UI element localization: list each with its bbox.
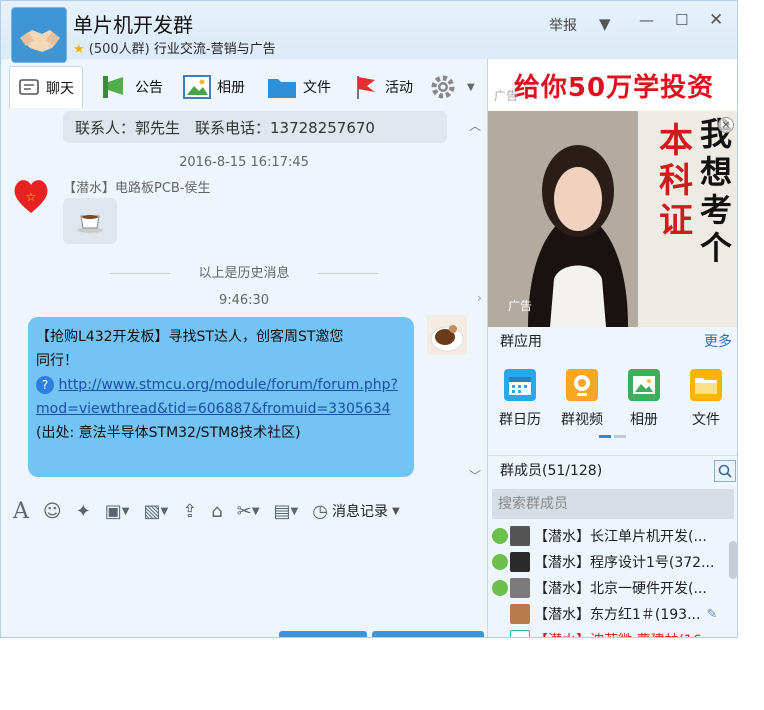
chat-window: 单片机开发群 ★ (500人群) 行业交流-营销与广告 举报 ▼ — ☐ ✕ 聊… bbox=[0, 0, 738, 638]
scroll-up-icon[interactable]: ︿ bbox=[469, 117, 481, 134]
member-avatar bbox=[510, 630, 530, 637]
members-scrollbar[interactable] bbox=[729, 541, 737, 579]
ad-text-col2: 我想考个 bbox=[699, 115, 732, 267]
minimize-icon[interactable]: — bbox=[639, 11, 654, 29]
ad-tag: 广告 bbox=[494, 89, 519, 103]
link-shield-icon: ? bbox=[36, 376, 54, 394]
member-row[interactable]: 【潜水】 程序设计1号(372... bbox=[488, 549, 737, 575]
ad-close-icon[interactable]: × bbox=[718, 117, 734, 133]
ad-tag-bottom: 广告 bbox=[508, 299, 533, 313]
more-apps-link[interactable]: 更多 bbox=[704, 327, 732, 357]
video-camera-icon bbox=[566, 369, 598, 401]
settings-gear-icon[interactable]: ▼ bbox=[429, 66, 475, 108]
chat-history[interactable]: 联系人：郭先生 联系电话：13728257670 ︿ 2016-8-15 16:… bbox=[1, 111, 487, 491]
tab-files[interactable]: 文件 bbox=[267, 66, 331, 108]
close-icon[interactable]: ✕ bbox=[709, 10, 723, 30]
user-status-icon bbox=[492, 554, 508, 570]
close-chat-button[interactable] bbox=[279, 631, 367, 637]
message-link[interactable]: http://www.stmcu.org/module/forum/forum.… bbox=[36, 377, 398, 417]
member-avatar bbox=[510, 552, 530, 572]
my-message-bubble[interactable]: 【抢购L432开发板】寻找ST达人，创客周ST邀您 同行！ ? http://w… bbox=[28, 317, 414, 477]
edit-icon[interactable]: ✎ bbox=[706, 607, 717, 622]
tab-album[interactable]: 相册 bbox=[183, 66, 245, 108]
group-name: 单片机开发群 bbox=[73, 13, 193, 37]
members-header: 群成员(51/128) bbox=[488, 455, 737, 485]
group-apps-header: 群应用 更多 bbox=[488, 327, 737, 357]
flag-icon bbox=[357, 76, 375, 99]
window-header: 单片机开发群 ★ (500人群) 行业交流-营销与广告 举报 ▼ — ☐ ✕ bbox=[1, 1, 737, 63]
sender-avatar[interactable]: ☆ bbox=[12, 175, 50, 215]
image-icon[interactable]: ▧ ▼ bbox=[143, 501, 168, 522]
history-clock-icon[interactable]: ◷ bbox=[312, 501, 328, 522]
app-calendar[interactable]: 群日历 bbox=[490, 369, 550, 429]
message-bubble-emoji bbox=[63, 198, 117, 244]
group-avatar[interactable] bbox=[11, 7, 67, 63]
member-row[interactable]: 【潜水】 波若微 曹建林(16 bbox=[488, 627, 737, 637]
report-button[interactable]: 举报 bbox=[549, 15, 577, 35]
user-status-icon bbox=[492, 528, 508, 544]
tab-activity[interactable]: 活动 bbox=[353, 66, 413, 108]
member-avatar bbox=[510, 604, 530, 624]
user-status-icon bbox=[492, 580, 508, 596]
collapse-panel-icon[interactable]: › bbox=[477, 291, 482, 305]
settings-dropdown-icon[interactable]: ▼ bbox=[467, 82, 475, 93]
scroll-down-icon[interactable]: ﹀ bbox=[469, 467, 481, 484]
album-icon bbox=[628, 369, 660, 401]
member-avatar bbox=[510, 578, 530, 598]
member-search-input[interactable]: 搜索群成员 bbox=[492, 489, 734, 519]
history-dropdown-icon[interactable]: ▼ bbox=[392, 506, 400, 517]
picture-icon bbox=[183, 75, 211, 99]
message-bubble-contact: 联系人：郭先生 联系电话：13728257670 bbox=[63, 111, 447, 143]
calendar-icon bbox=[504, 369, 536, 401]
wand-icon[interactable]: ✦ bbox=[76, 501, 91, 522]
group-subtitle: ★ (500人群) 行业交流-营销与广告 bbox=[73, 38, 276, 57]
ad-image[interactable]: 本科证 我想考个 广告 × bbox=[488, 111, 737, 327]
member-row[interactable]: 【潜水】 东方红1＃(193... ✎ bbox=[488, 601, 737, 627]
message-input[interactable] bbox=[1, 529, 487, 637]
emoji-icon[interactable]: ☺ bbox=[43, 501, 62, 522]
star-icon: ★ bbox=[73, 42, 85, 57]
screenshot-icon[interactable]: ✂ ▼ bbox=[237, 501, 260, 522]
group-category: 行业交流-营销与广告 bbox=[153, 42, 276, 57]
apps-page-indicator[interactable] bbox=[599, 435, 611, 438]
group-apps: 群日历 群视频 相册 文件 bbox=[488, 361, 737, 441]
history-divider: 以上是历史消息 bbox=[1, 262, 487, 281]
megaphone-icon bbox=[103, 76, 123, 98]
sender-name: 【潜水】电路板PCB-侯生 bbox=[63, 181, 211, 196]
app-video[interactable]: 群视频 bbox=[552, 369, 612, 429]
timestamp: 9:46:30 bbox=[218, 293, 270, 308]
member-avatar bbox=[510, 526, 530, 546]
maximize-icon[interactable]: ☐ bbox=[675, 11, 688, 29]
tab-notice[interactable]: 公告 bbox=[101, 66, 163, 108]
member-search-icon[interactable] bbox=[714, 460, 736, 482]
ad-banner[interactable]: 给你50万学投资 bbox=[488, 59, 737, 111]
right-panel: 给你50万学投资 广告 本科证 我想考个 广告 × 群应用 更多 群日历 群视频… bbox=[487, 59, 737, 637]
dropdown-arrow-icon[interactable]: ▼ bbox=[599, 15, 611, 33]
tab-chat[interactable]: 聊天 bbox=[9, 66, 83, 108]
chat-icon bbox=[19, 78, 39, 95]
my-avatar[interactable] bbox=[427, 315, 467, 355]
timestamp: 2016-8-15 16:17:45 bbox=[179, 155, 309, 170]
member-row[interactable]: 【潜水】 长江单片机开发(... bbox=[488, 523, 737, 549]
ad-text-col1: 本科证 bbox=[659, 121, 693, 241]
send-button[interactable] bbox=[372, 631, 484, 637]
apps-page-indicator[interactable] bbox=[614, 435, 626, 438]
input-toolbar: A ☺ ✦ ▣ ▼ ▧ ▼ ⇪ ⌂ ✂ ▼ ▤ ▼ ◷ 消息记录 ▼ bbox=[1, 493, 487, 529]
gift-icon[interactable]: ⌂ bbox=[211, 501, 222, 522]
svg-text:☆: ☆ bbox=[26, 190, 37, 204]
app-files[interactable]: 文件 bbox=[676, 369, 736, 429]
tab-bar: 聊天 公告 相册 文件 活动 ▼ bbox=[1, 63, 487, 111]
coffee-emoji-icon bbox=[77, 215, 103, 233]
folder-icon bbox=[268, 79, 296, 98]
sticker-icon[interactable]: ▣ ▼ bbox=[105, 501, 130, 522]
app-album[interactable]: 相册 bbox=[614, 369, 674, 429]
message-history-button[interactable]: 消息记录 bbox=[332, 501, 388, 521]
member-row[interactable]: 【潜水】 北京一硬件开发(... bbox=[488, 575, 737, 601]
font-icon[interactable]: A bbox=[13, 499, 29, 524]
upload-icon[interactable]: ⇪ bbox=[182, 501, 197, 522]
more-tools-icon[interactable]: ▤ ▼ bbox=[274, 501, 299, 522]
file-folder-icon bbox=[690, 369, 722, 401]
member-count: (500人群) bbox=[88, 42, 150, 57]
